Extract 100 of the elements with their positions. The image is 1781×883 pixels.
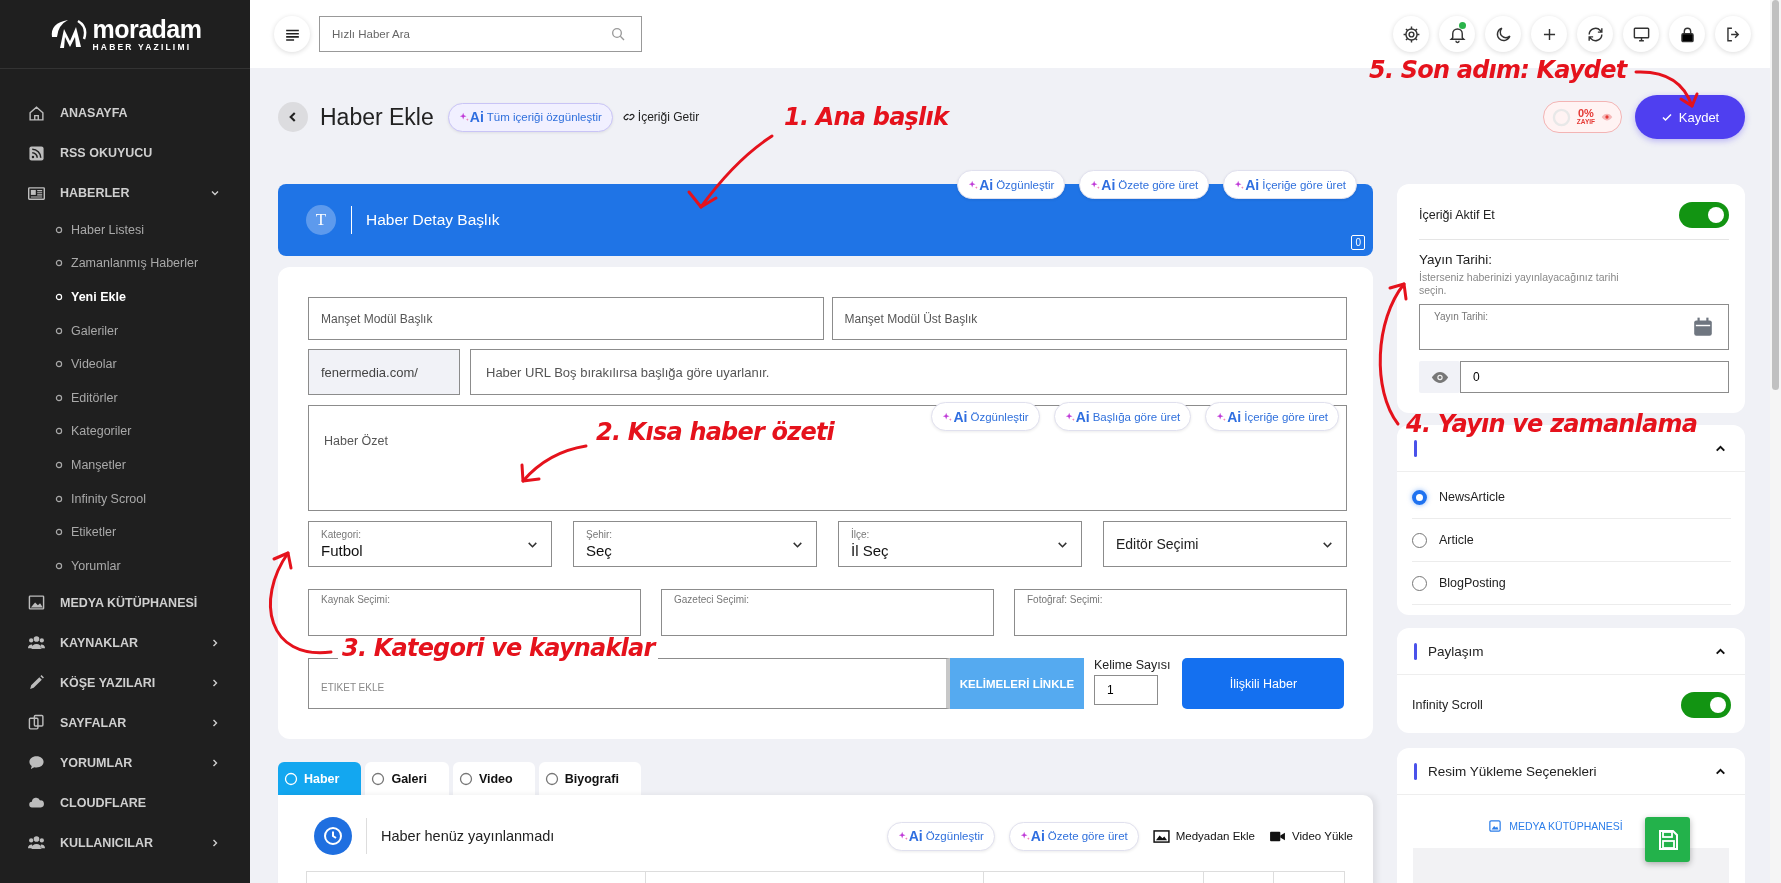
schema-option[interactable]: BlogPosting (1412, 562, 1731, 605)
picker-field[interactable]: Gazeteci Seçimi: (661, 589, 994, 636)
text-icon: T (306, 205, 336, 235)
date-heading: Yayın Tarihi: (1419, 252, 1494, 267)
scrollbar[interactable] (1770, 0, 1781, 883)
submenu-item[interactable]: Haber Listesi (0, 213, 250, 247)
search-icon (610, 26, 626, 42)
date-field[interactable]: Yayın Tarihi: (1419, 304, 1729, 351)
radio-icon (458, 771, 473, 786)
submenu-item[interactable]: Zamanlanmış Haberler (0, 246, 250, 281)
radio-icon (284, 771, 298, 786)
ai-button[interactable]: Ai Başlığa göre üret (1053, 402, 1192, 431)
date-hint: İsterseniz haberinizi yayınlayacağınız tarihi seçin. (1419, 271, 1620, 297)
eye-icon (1419, 361, 1460, 394)
submenu-item[interactable]: Etiketler (0, 515, 250, 549)
submenu-item[interactable]: Infinity Scrool (0, 481, 250, 516)
toggle-label: İçeriği Aktif Et (1419, 208, 1495, 222)
search-field[interactable]: Hızlı Haber Ara (319, 16, 642, 52)
sidebar-item[interactable]: ANASAYFA (0, 93, 250, 133)
ai-button[interactable]: Ai Özgünleştir (931, 402, 1040, 431)
refresh-button[interactable] (1577, 16, 1613, 52)
clock-icon (314, 817, 352, 855)
ai-button[interactable]: Ai İçeriğe göre üret (1205, 402, 1339, 431)
bullet-icon (55, 427, 63, 436)
picker-field[interactable]: Fotoğraf: Seçimi: (1014, 589, 1347, 636)
page-title: Haber Ekle (320, 103, 434, 131)
ai-button[interactable]: Ai Özete göre üret (1008, 821, 1139, 851)
radio-icon (544, 771, 559, 786)
sidebar-item[interactable]: KAYNAKLAR (0, 622, 250, 663)
score-value: 0% (1577, 108, 1594, 120)
select-field[interactable]: Editör Seçimi (1103, 521, 1347, 567)
floating-save-button[interactable] (1645, 817, 1690, 862)
video-upload-link[interactable]: Video Yükle (1269, 829, 1353, 843)
settings-icon (1401, 24, 1421, 44)
sparkle-icon (1234, 179, 1245, 190)
settings-button[interactable] (1393, 16, 1429, 52)
picker-field[interactable]: Kaynak Seçimi: (308, 589, 641, 636)
menu-button[interactable] (274, 16, 310, 52)
annotation-text: 5. Son adım: Kaydet (1369, 56, 1627, 85)
submenu-item[interactable]: Manşetler (0, 448, 250, 482)
content-tab[interactable]: Galeri (365, 762, 449, 795)
bullet-icon (55, 225, 63, 234)
media-add-link[interactable]: Medyadan Ekle (1152, 829, 1256, 843)
headline-field[interactable]: Manşet Modül Üst Başlık (831, 297, 1347, 340)
bullet-icon (55, 460, 63, 469)
schema-option[interactable]: NewsArticle (1412, 476, 1731, 519)
rss-icon (28, 144, 45, 162)
sidebar-item[interactable]: KULLANICILAR (0, 822, 250, 863)
fetch-content-link[interactable]: İçeriği Getir (622, 110, 700, 124)
submenu-item[interactable]: Editörler (0, 380, 250, 415)
related-news-button[interactable]: İlişkili Haber (1182, 658, 1345, 709)
submenu-item[interactable]: Yorumlar (0, 548, 250, 583)
select-field[interactable]: Kategori: Futbol (308, 521, 552, 567)
ai-button[interactable]: Ai Tüm içeriği özgünleştir (447, 102, 613, 132)
bullet-icon (55, 360, 63, 369)
sidebar-item[interactable]: CLOUDFLARE (0, 782, 250, 823)
ai-button[interactable]: Ai İçeriğe göre üret (1223, 170, 1357, 199)
logout-button[interactable] (1715, 16, 1751, 52)
sidebar-item[interactable]: YORUMLAR (0, 742, 250, 783)
sparkle-icon (1216, 411, 1227, 422)
lock-button[interactable] (1669, 16, 1705, 52)
radio-button[interactable] (1412, 489, 1427, 505)
url-field[interactable]: Haber URL Boş bırakılırsa başlığa göre uyarlanır. (470, 349, 1347, 395)
bullet-icon (55, 561, 63, 570)
pencil-icon (28, 674, 45, 692)
media-library-link[interactable]: MEDYA KÜTÜPHANESİ (1489, 820, 1623, 832)
select-field[interactable]: İlçe: İl Seç (838, 521, 1082, 567)
headline-field[interactable]: Manşet Modül Başlık (308, 297, 824, 340)
annotation-text: 3. Kategori ve kaynaklar (338, 636, 659, 660)
ai-button[interactable]: Ai Özgünleştir (886, 821, 995, 851)
submenu-item[interactable]: Kategoriler (0, 414, 250, 449)
chat-icon (28, 754, 45, 772)
sidebar-item[interactable]: HABERLER (0, 173, 250, 213)
sparkle-icon (1019, 831, 1030, 841)
submenu-item[interactable]: Videolar (0, 347, 250, 381)
theme-button[interactable] (1485, 16, 1521, 52)
title-input[interactable]: Haber Detay Başlık (364, 210, 1253, 230)
sidebar-item[interactable]: SAYFALAR (0, 702, 250, 743)
save-button[interactable]: Kaydet (1635, 95, 1745, 139)
sidebar-item[interactable]: RSS OKUYUCU (0, 133, 250, 173)
select-field[interactable]: Şehir: Seç (573, 521, 817, 567)
toggle-label: Infinity Scroll (1412, 697, 1483, 712)
submenu-item[interactable]: Galeriler (0, 313, 250, 348)
toggle-switch[interactable] (1681, 691, 1731, 718)
word-count-field[interactable]: 1 (1094, 675, 1158, 705)
ai-button[interactable]: Ai Özete göre üret (1079, 170, 1210, 199)
view-count-field[interactable]: 0 (1460, 361, 1729, 394)
content-tab[interactable]: Video (452, 762, 535, 795)
screen-button[interactable] (1623, 16, 1659, 52)
toggle-switch[interactable] (1679, 202, 1729, 228)
sidebar-item[interactable]: MEDYA KÜTÜPHANESİ (0, 582, 250, 623)
score-ring-icon (1551, 107, 1571, 127)
schema-option[interactable]: Article (1412, 519, 1731, 562)
back-button[interactable] (278, 102, 308, 132)
submenu-item[interactable]: Yeni Ekle (0, 280, 250, 314)
sparkle-icon (1064, 411, 1075, 422)
notifications-button[interactable] (1439, 16, 1475, 52)
content-tab[interactable]: Biyografi (538, 762, 641, 795)
ai-button[interactable]: Ai Özgünleştir (957, 170, 1066, 199)
sidebar-item[interactable]: KÖŞE YAZILARI (0, 662, 250, 703)
